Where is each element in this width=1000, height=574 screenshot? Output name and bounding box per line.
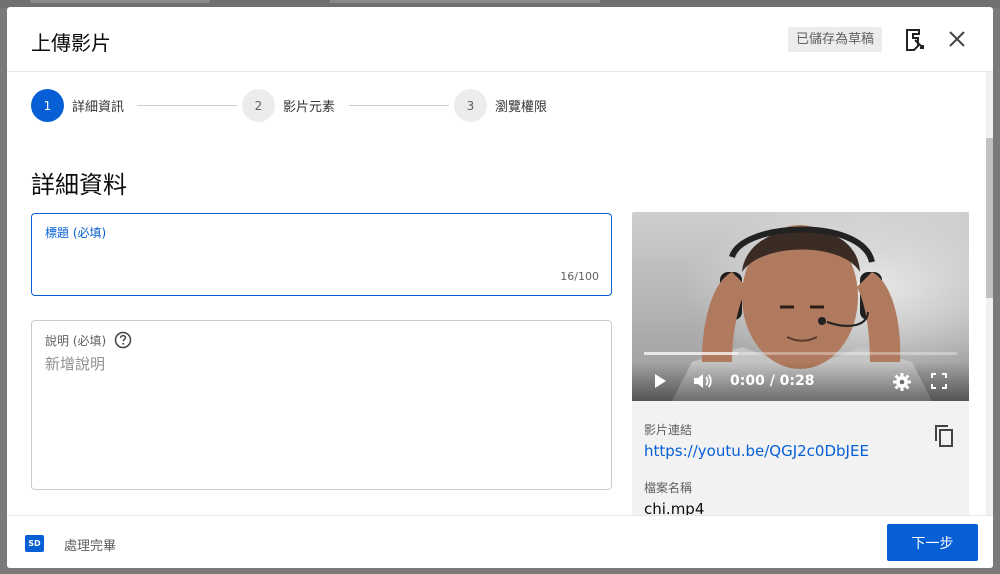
title-field-label: 標題 (必填) <box>45 226 107 240</box>
step-label: 影片元素 <box>283 100 336 115</box>
title-char-count: 16/100 <box>560 270 599 283</box>
close-icon[interactable] <box>945 27 969 51</box>
play-icon[interactable] <box>652 372 668 394</box>
fullscreen-icon[interactable] <box>930 372 948 394</box>
step-label: 詳細資訊 <box>72 100 125 115</box>
description-field-label: 說明 (必填) <box>45 333 107 348</box>
step-visibility[interactable]: 3 瀏覽權限 <box>454 89 547 122</box>
step-connector <box>349 105 449 106</box>
step-number: 1 <box>31 89 64 122</box>
upload-stepper: 1 詳細資訊 2 影片元素 3 瀏覽權限 <box>31 89 631 123</box>
video-controls: 0:00 / 0:28 <box>632 362 969 401</box>
save-status-badge: 已儲存為草稿 <box>788 27 883 52</box>
video-player[interactable]: 0:00 / 0:28 <box>632 212 969 401</box>
section-title: 詳細資料 <box>31 171 127 199</box>
help-icon[interactable] <box>114 331 132 349</box>
step-connector <box>137 105 237 106</box>
description-label-row: 說明 (必填) <box>45 331 132 349</box>
video-buffered-bar <box>644 352 738 355</box>
description-field[interactable]: 說明 (必填) 新增說明 <box>31 320 612 490</box>
sd-quality-icon: SD <box>25 535 44 552</box>
step-video-elements[interactable]: 2 影片元素 <box>242 89 335 122</box>
settings-icon[interactable] <box>892 372 912 396</box>
upload-dialog: 上傳影片 已儲存為草稿 1 詳細資訊 2 影片元素 3 瀏覽權限 詳細資料 標題… <box>7 7 993 568</box>
copy-icon[interactable] <box>932 424 956 448</box>
step-details[interactable]: 1 詳細資訊 <box>31 89 124 122</box>
video-time-display: 0:00 / 0:28 <box>730 373 815 389</box>
video-progress-bar[interactable] <box>644 352 957 355</box>
scrollbar-thumb[interactable] <box>986 138 993 298</box>
next-button[interactable]: 下一步 <box>887 524 978 561</box>
step-number: 3 <box>454 89 487 122</box>
video-link-label: 影片連結 <box>644 423 693 437</box>
video-link-block: 影片連結 https://youtu.be/QGJ2c0DbJEE <box>644 421 869 460</box>
title-field[interactable]: 標題 (必填) 16/100 <box>31 213 612 296</box>
description-placeholder: 新增說明 <box>45 355 106 373</box>
dialog-title: 上傳影片 <box>31 31 111 55</box>
volume-icon[interactable] <box>692 372 714 394</box>
filename-label: 檔案名稱 <box>644 481 693 495</box>
video-info-panel: 0:00 / 0:28 影片連結 https://youtu.be/QGJ2c0… <box>632 212 969 522</box>
filename-block: 檔案名稱 chi.mp4 <box>644 479 704 518</box>
dialog-scrollbar[interactable] <box>986 72 993 516</box>
video-link[interactable]: https://youtu.be/QGJ2c0DbJEE <box>644 442 869 460</box>
dialog-footer: SD 處理完畢 下一步 <box>7 515 993 568</box>
dialog-header: 上傳影片 已儲存為草稿 <box>7 7 993 72</box>
processing-status: 處理完畢 <box>64 539 117 554</box>
feedback-icon[interactable] <box>903 26 927 54</box>
step-number: 2 <box>242 89 275 122</box>
step-label: 瀏覽權限 <box>495 100 548 115</box>
